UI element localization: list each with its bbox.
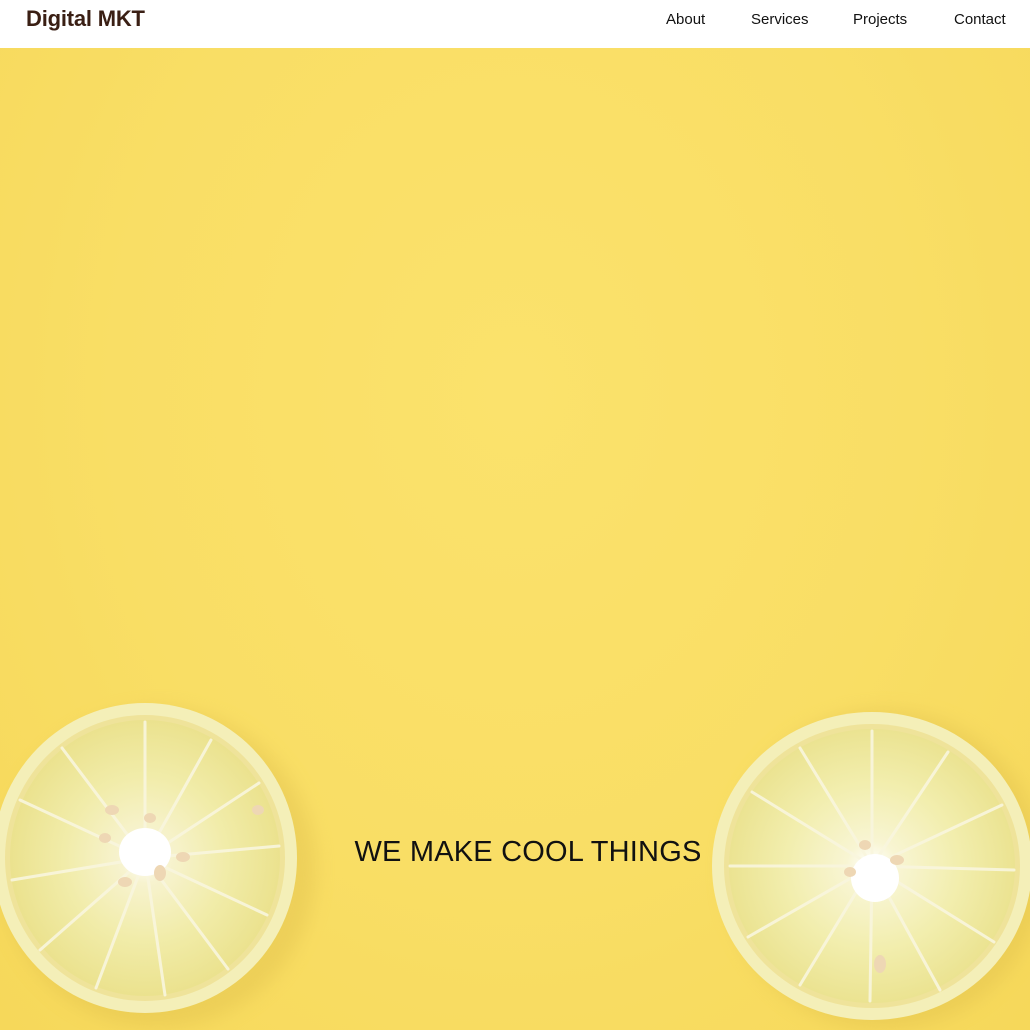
navbar: Digital MKT About Services Projects Cont… <box>0 0 1030 48</box>
nav-link-about[interactable]: About <box>666 11 705 28</box>
lemon-slice-right <box>712 710 1030 1030</box>
hero-title: WE MAKE COOL THINGS <box>354 836 702 868</box>
hero-background-image <box>0 703 1030 1030</box>
nav-link-projects[interactable]: Projects <box>853 11 907 28</box>
nav-link-services[interactable]: Services <box>751 11 809 28</box>
brand-logo[interactable]: Digital MKT <box>26 6 145 32</box>
nav-link-contact[interactable]: Contact <box>954 11 1006 28</box>
hero-section: WE MAKE COOL THINGS <box>0 48 1030 1030</box>
